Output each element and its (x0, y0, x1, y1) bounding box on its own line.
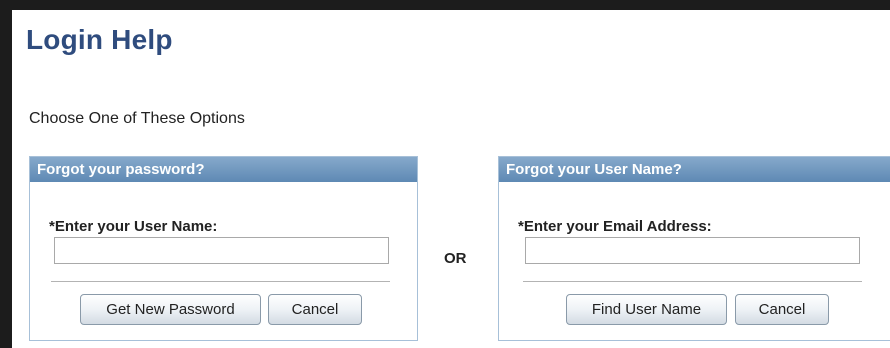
instructions-text: Choose One of These Options (29, 110, 245, 127)
cancel-username-button[interactable]: Cancel (735, 294, 829, 325)
window-frame-left (0, 0, 12, 348)
find-user-name-button[interactable]: Find User Name (566, 294, 727, 325)
page-title: Login Help (26, 24, 173, 55)
panel-divider (51, 281, 390, 282)
username-input[interactable] (54, 237, 389, 264)
forgot-username-header: Forgot your User Name? (499, 157, 890, 182)
email-input[interactable] (525, 237, 860, 264)
cancel-password-button[interactable]: Cancel (268, 294, 362, 325)
forgot-username-panel: Forgot your User Name? *Enter your Email… (498, 156, 890, 341)
username-field-label: *Enter your User Name: (49, 218, 218, 235)
panel-divider (523, 281, 862, 282)
forgot-password-panel: Forgot your password? *Enter your User N… (29, 156, 418, 341)
forgot-password-header: Forgot your password? (30, 157, 417, 182)
window-frame-top (0, 0, 890, 10)
or-separator: OR (444, 250, 467, 267)
email-field-label: *Enter your Email Address: (518, 218, 712, 235)
get-new-password-button[interactable]: Get New Password (80, 294, 261, 325)
